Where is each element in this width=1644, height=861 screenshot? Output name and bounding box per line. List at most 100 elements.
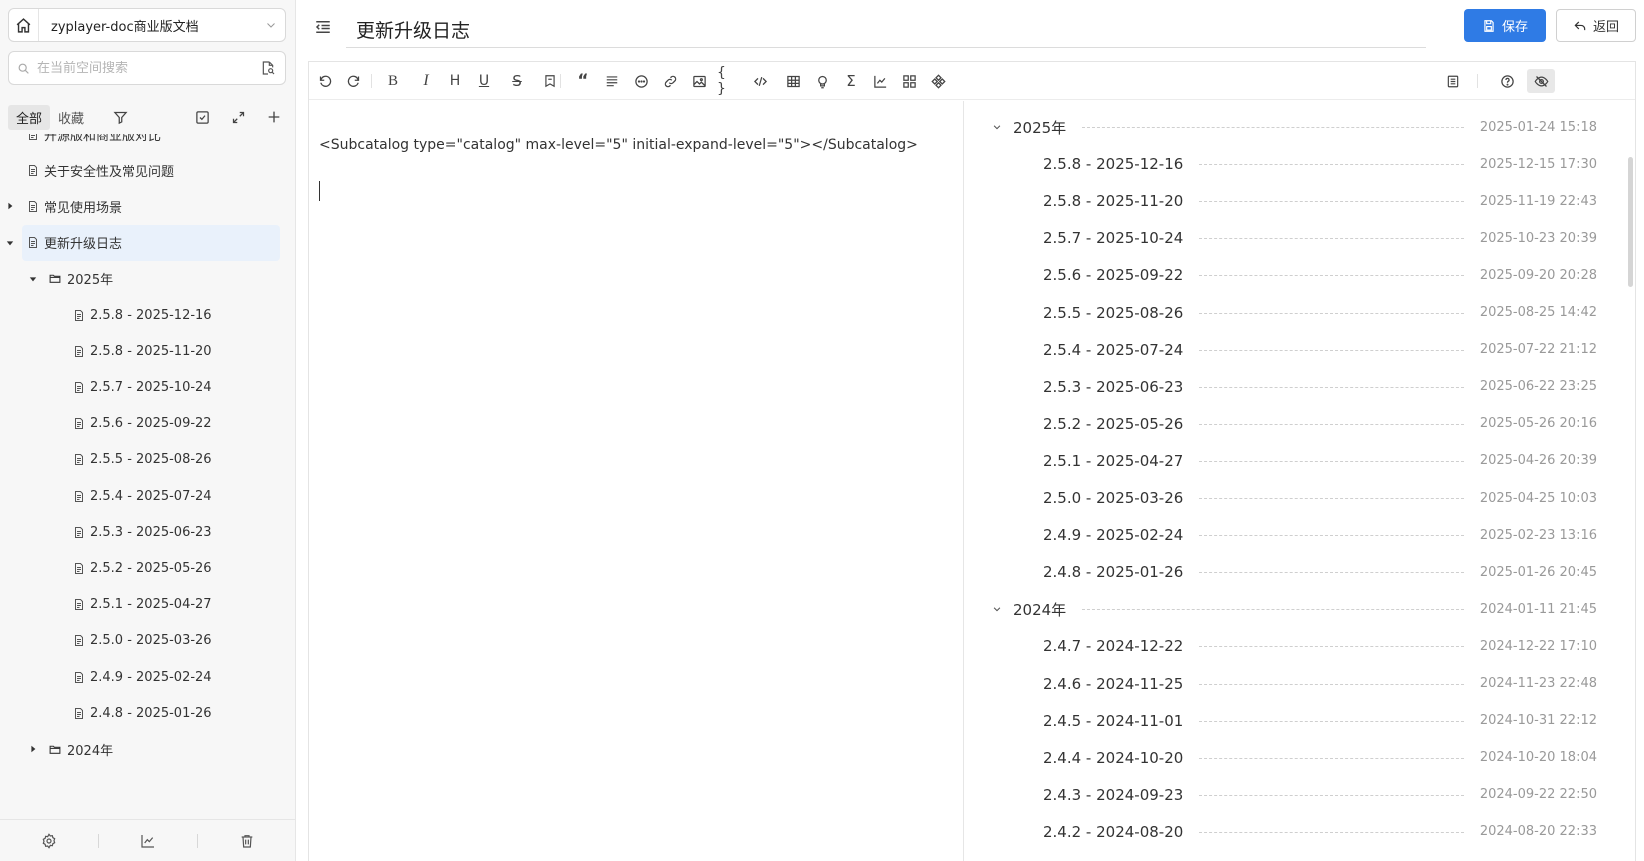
bulb-icon[interactable] [811, 70, 833, 92]
catalog-group[interactable]: 2025年 2025-01-24 15:18 [965, 115, 1635, 139]
caret-right-icon[interactable] [28, 744, 38, 754]
bookmark-icon[interactable] [539, 70, 561, 92]
catalog-item[interactable]: 2.4.5 - 2024-11-01 2024-10-31 22:12 [965, 709, 1635, 733]
catalog-item[interactable]: 2.4.7 - 2024-12-22 2024-12-22 17:10 [965, 634, 1635, 658]
back-button[interactable]: 返回 [1556, 9, 1636, 42]
outline-icon[interactable] [1442, 70, 1464, 92]
catalog-item[interactable]: 2.5.7 - 2025-10-24 2025-10-23 20:39 [965, 226, 1635, 250]
tree-item[interactable]: 2.5.6 - 2025-09-22 [0, 406, 296, 442]
catalog-item[interactable]: 2.5.1 - 2025-04-27 2025-04-26 20:39 [965, 449, 1635, 473]
trash-icon[interactable] [198, 829, 296, 853]
tree-item[interactable]: 2.5.8 - 2025-12-16 [0, 297, 296, 333]
catalog-item[interactable]: 2.5.4 - 2025-07-24 2025-07-22 21:12 [965, 338, 1635, 362]
chart-icon[interactable] [869, 70, 891, 92]
catalog-item-label[interactable]: 2.4.7 - 2024-12-22 [1043, 637, 1183, 655]
catalog-item-label[interactable]: 2.5.2 - 2025-05-26 [1043, 415, 1183, 433]
catalog-item[interactable]: 2.5.3 - 2025-06-23 2025-06-22 23:25 [965, 375, 1635, 399]
italic-icon[interactable]: I [415, 70, 437, 92]
catalog-item[interactable]: 2.4.8 - 2025-01-26 2025-01-26 20:45 [965, 560, 1635, 584]
formula-icon[interactable]: Σ [840, 70, 862, 92]
catalog-item-label[interactable]: 2.5.8 - 2025-11-20 [1043, 192, 1183, 210]
caret-down-icon[interactable] [28, 274, 38, 284]
caret-right-icon[interactable] [5, 201, 15, 211]
catalog-item[interactable]: 2.4.6 - 2024-11-25 2024-11-23 22:48 [965, 672, 1635, 696]
tree-item[interactable]: 关于安全性及常见问题 [0, 152, 296, 188]
quote-icon[interactable]: “ [572, 70, 594, 92]
search-input[interactable] [37, 60, 251, 76]
catalog-item-label[interactable]: 2.5.7 - 2025-10-24 [1043, 229, 1183, 247]
strikethrough-icon[interactable]: S [506, 70, 528, 92]
catalog-item[interactable]: 2.4.2 - 2024-08-20 2024-08-20 22:33 [965, 820, 1635, 844]
catalog-item-label[interactable]: 2.4.3 - 2024-09-23 [1043, 786, 1183, 804]
add-icon[interactable] [262, 104, 286, 130]
filter-icon[interactable] [108, 104, 132, 130]
align-icon[interactable] [601, 70, 623, 92]
tree-item[interactable]: 开源版和商业版对比 [0, 134, 296, 152]
catalog-item-label[interactable]: 2.5.8 - 2025-12-16 [1043, 155, 1183, 173]
table-icon[interactable] [782, 70, 804, 92]
catalog-item-label[interactable]: 2.5.5 - 2025-08-26 [1043, 304, 1183, 322]
home-icon[interactable] [9, 9, 39, 41]
catalog-item[interactable]: 2.5.8 - 2025-11-20 2025-11-19 22:43 [965, 189, 1635, 213]
page-title-input[interactable] [346, 12, 1426, 48]
catalog-item-label[interactable]: 2.4.2 - 2024-08-20 [1043, 823, 1183, 841]
tab-favorites[interactable]: 收藏 [50, 105, 92, 130]
catalog-item[interactable]: 2.5.8 - 2025-12-16 2025-12-15 17:30 [965, 152, 1635, 176]
catalog-item[interactable]: 2.4.4 - 2024-10-20 2024-10-20 18:04 [965, 746, 1635, 770]
help-icon[interactable] [1496, 70, 1518, 92]
save-button[interactable]: 保存 [1464, 9, 1546, 42]
code-block-icon[interactable]: { } [717, 65, 739, 97]
heading-icon[interactable]: H [444, 70, 466, 92]
space-selector[interactable]: zyplayer-doc商业版文档 [8, 8, 286, 42]
catalog-item-label[interactable]: 2025年 [1013, 117, 1066, 138]
catalog-item[interactable]: 2.5.2 - 2025-05-26 2025-05-26 20:16 [965, 412, 1635, 436]
catalog-item[interactable]: 2.4.9 - 2025-02-24 2025-02-23 13:16 [965, 523, 1635, 547]
caret-down-icon[interactable] [5, 238, 15, 248]
menu-fold-icon[interactable] [312, 16, 334, 38]
tree-item[interactable]: 2.5.7 - 2025-10-24 [0, 369, 296, 405]
file-search-icon[interactable] [251, 60, 285, 76]
tree-item[interactable]: 常见使用场景 [0, 188, 296, 224]
tree-item[interactable]: 2.5.1 - 2025-04-27 [0, 587, 296, 623]
grid-icon[interactable] [898, 70, 920, 92]
catalog-item-label[interactable]: 2.4.5 - 2024-11-01 [1043, 712, 1183, 730]
expand-icon[interactable] [226, 104, 250, 130]
tree-item[interactable]: 2025年 [0, 261, 296, 297]
catalog-item-label[interactable]: 2.5.6 - 2025-09-22 [1043, 266, 1183, 284]
catalog-item-label[interactable]: 2.5.1 - 2025-04-27 [1043, 452, 1183, 470]
bold-icon[interactable]: B [382, 70, 404, 92]
tree-item[interactable]: 2024年 [0, 731, 296, 767]
emoji-icon[interactable] [630, 70, 652, 92]
tree-item[interactable]: 2.5.2 - 2025-05-26 [0, 550, 296, 586]
catalog-item[interactable]: 2.5.0 - 2025-03-26 2025-04-25 10:03 [965, 486, 1635, 510]
catalog-item-label[interactable]: 2.4.9 - 2025-02-24 [1043, 526, 1183, 544]
catalog-item-label[interactable]: 2.4.8 - 2025-01-26 [1043, 563, 1183, 581]
undo-icon[interactable] [314, 70, 336, 92]
catalog-item-label[interactable]: 2.4.4 - 2024-10-20 [1043, 749, 1183, 767]
settings-icon[interactable] [0, 829, 98, 853]
image-icon[interactable] [688, 70, 710, 92]
catalog-item[interactable]: 2.5.5 - 2025-08-26 2025-08-25 14:42 [965, 301, 1635, 325]
edit-pane[interactable]: <Subcatalog type="catalog" max-level="5"… [309, 101, 964, 861]
tree-item[interactable]: 2.5.4 - 2025-07-24 [0, 478, 296, 514]
redo-icon[interactable] [342, 70, 364, 92]
checkbox-icon[interactable] [190, 104, 214, 130]
catalog-item-label[interactable]: 2.5.4 - 2025-07-24 [1043, 341, 1183, 359]
catalog-item-label[interactable]: 2.5.3 - 2025-06-23 [1043, 378, 1183, 396]
chevron-down-icon[interactable] [991, 603, 1003, 615]
catalog-item[interactable]: 2.5.6 - 2025-09-22 2025-09-20 20:28 [965, 263, 1635, 287]
tree-item[interactable]: 2.5.0 - 2025-03-26 [0, 623, 296, 659]
inline-code-icon[interactable] [749, 70, 771, 92]
catalog-item-label[interactable]: 2.4.6 - 2024-11-25 [1043, 675, 1183, 693]
catalog-item-label[interactable]: 2.5.0 - 2025-03-26 [1043, 489, 1183, 507]
tree-item[interactable]: 更新升级日志 [6, 224, 280, 261]
tree-item[interactable]: 2.5.8 - 2025-11-20 [0, 333, 296, 369]
preview-toggle-icon[interactable] [1527, 69, 1555, 93]
diagram-icon[interactable] [927, 70, 949, 92]
catalog-item-label[interactable]: 2024年 [1013, 599, 1066, 620]
chevron-down-icon[interactable] [991, 121, 1003, 133]
tree-item[interactable]: 2.4.8 - 2025-01-26 [0, 695, 296, 731]
catalog-group[interactable]: 2024年 2024-01-11 21:45 [965, 597, 1635, 621]
catalog-item[interactable]: 2.4.3 - 2024-09-23 2024-09-22 22:50 [965, 783, 1635, 807]
tree-item[interactable]: 2.4.9 - 2025-02-24 [0, 659, 296, 695]
